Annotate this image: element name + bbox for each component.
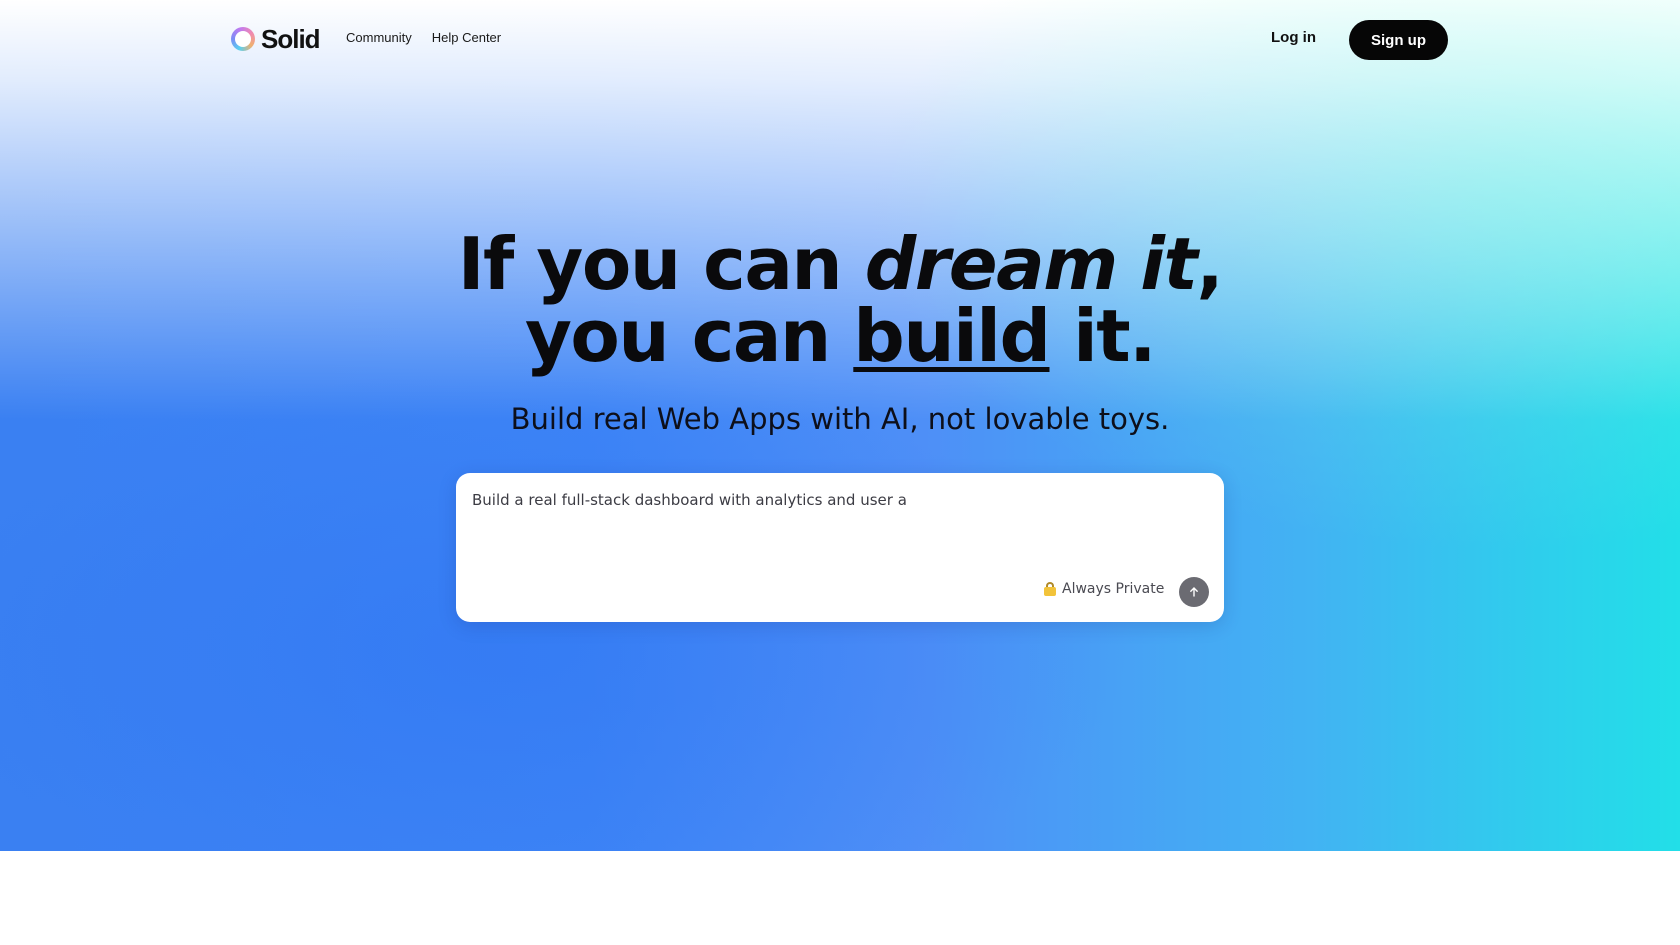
lock-icon	[1044, 582, 1056, 596]
hero-subheadline: Build real Web Apps with AI, not lovable…	[510, 402, 1170, 436]
nav-link-help-center[interactable]: Help Center	[432, 30, 501, 45]
login-link[interactable]: Log in	[1271, 29, 1316, 46]
arrow-up-icon	[1190, 587, 1198, 597]
nav-link-community[interactable]: Community	[346, 30, 412, 45]
headline-text: you can	[524, 294, 854, 378]
headline-text: it.	[1049, 294, 1156, 378]
site-header: Solid Community Help Center Log in Sign …	[0, 0, 1680, 80]
headline-line-1: If you can dream it,	[0, 228, 1680, 300]
brand-name: Solid	[261, 23, 321, 54]
brand-logo[interactable]: Solid	[231, 23, 321, 54]
privacy-label: Always Private	[1062, 581, 1165, 597]
signup-button[interactable]: Sign up	[1349, 20, 1448, 60]
privacy-indicator: Always Private	[1044, 581, 1164, 597]
headline-text: ,	[1196, 222, 1223, 306]
prompt-box: Always Private	[456, 473, 1224, 622]
prompt-input[interactable]	[472, 489, 1208, 559]
headline-line-2: you can build it.	[0, 300, 1680, 372]
headline-underline: build	[853, 294, 1051, 378]
solid-logo-icon	[231, 27, 255, 51]
main-nav: Community Help Center	[346, 30, 501, 45]
landing-page: Solid Community Help Center Log in Sign …	[0, 0, 1680, 945]
hero-headline: If you can dream it, you can build it.	[0, 228, 1680, 372]
send-button[interactable]	[1179, 577, 1209, 607]
